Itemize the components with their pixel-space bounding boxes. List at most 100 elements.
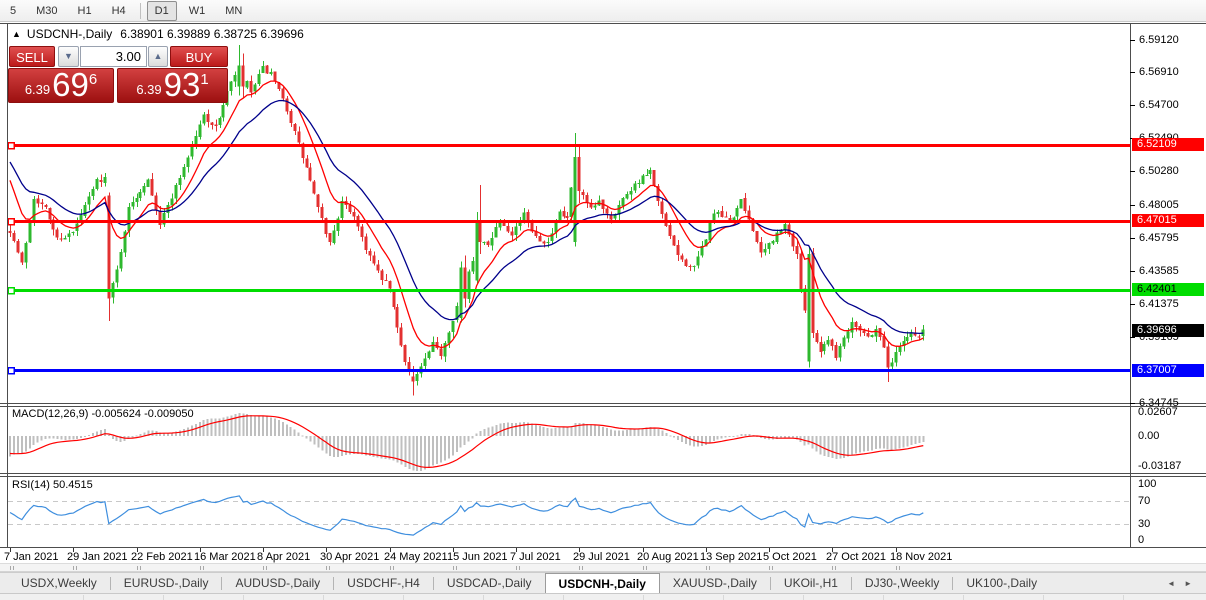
chart-title: ▲ USDCNH-,Daily 6.38901 6.39889 6.38725 …: [12, 27, 304, 41]
price-line-label: 6.37007: [1132, 364, 1204, 377]
sell-price-box[interactable]: 6.39 69 6: [8, 68, 114, 103]
scroll-strip-mark: [137, 566, 138, 570]
scroll-strip-mark: [10, 566, 11, 570]
chart-tab-eurusd-daily[interactable]: EURUSD-,Daily: [111, 573, 222, 593]
volume-input[interactable]: [80, 46, 147, 67]
scroll-strip-mark: [140, 566, 141, 570]
price-tick-mark: [1130, 40, 1135, 41]
price-tick-mark: [1130, 304, 1135, 305]
price-line-label: 6.42401: [1132, 283, 1204, 296]
date-tick-label: 29 Jul 2021: [573, 551, 630, 563]
price-tick-mark: [1130, 238, 1135, 239]
date-tick-label: 13 Sep 2021: [700, 551, 763, 563]
volume-increase-button[interactable]: ▲: [148, 46, 168, 67]
date-tick-label: 5 Oct 2021: [763, 551, 817, 563]
date-tick-label: 18 Nov 2021: [890, 551, 953, 563]
scroll-strip-mark: [709, 566, 710, 570]
date-tick-label: 24 May 2021: [384, 551, 448, 563]
date-tick-label: 29 Jan 2021: [67, 551, 128, 563]
chart-tab-audusd-daily[interactable]: AUDUSD-,Daily: [222, 573, 333, 593]
timeframe-button-h1[interactable]: H1: [70, 1, 100, 21]
scroll-strip-mark: [579, 566, 580, 570]
buy-button[interactable]: BUY: [170, 46, 228, 67]
status-strip-separator: [323, 595, 324, 600]
chart-tab-usdcnh-daily[interactable]: USDCNH-,Daily: [544, 573, 660, 593]
scroll-strip-mark: [13, 566, 14, 570]
chart-tab-usdchf-h4[interactable]: USDCHF-,H4: [334, 573, 433, 593]
buy-price-box[interactable]: 6.39 93 1: [117, 68, 228, 103]
price-tick-mark: [1130, 403, 1135, 404]
scroll-strip-mark: [76, 566, 77, 570]
timeframe-toolbar: 5 M30 H1 H4 D1 W1 MN: [0, 0, 1206, 22]
status-strip-separator: [563, 595, 564, 600]
scroll-strip-mark: [73, 566, 74, 570]
scroll-strip-mark: [519, 566, 520, 570]
scroll-strip-mark: [772, 566, 773, 570]
chart-tab-usdx-weekly[interactable]: USDX,Weekly: [8, 573, 110, 593]
price-tick-label: 6.45795: [1139, 232, 1179, 244]
price-tick-label: 6.59120: [1139, 34, 1179, 46]
volume-decrease-button[interactable]: ▼: [58, 46, 79, 67]
status-strip-separator: [803, 595, 804, 600]
date-tick-label: 7 Jul 2021: [510, 551, 561, 563]
rsi-axis-label: 30: [1138, 518, 1151, 530]
status-strip-separator: [1043, 595, 1044, 600]
scroll-strip-mark: [832, 566, 833, 570]
scroll-strip-mark: [835, 566, 836, 570]
price-tick-label: 6.50280: [1139, 165, 1179, 177]
status-strip-separator: [243, 595, 244, 600]
date-tick-label: 30 Apr 2021: [320, 551, 380, 563]
date-tick-label: 20 Aug 2021: [637, 551, 699, 563]
scroll-strip-mark: [453, 566, 454, 570]
price-tick-mark: [1130, 171, 1135, 172]
tabs-scroll-left-icon[interactable]: ◄: [1167, 579, 1175, 588]
status-strip-separator: [963, 595, 964, 600]
chart-title-symbol: USDCNH-,Daily: [26, 27, 113, 41]
scroll-strip-mark: [769, 566, 770, 570]
price-tick-label: 6.43585: [1139, 265, 1179, 277]
sell-price-main: 6.39: [24, 82, 51, 97]
timeframe-button-5[interactable]: 5: [2, 1, 24, 21]
timeframe-button-w1[interactable]: W1: [181, 1, 214, 21]
timeframe-button-d1[interactable]: D1: [146, 0, 177, 21]
rsi-axis-label: 70: [1138, 495, 1151, 507]
scroll-strip-mark: [393, 566, 394, 570]
scroll-strip-mark: [266, 566, 267, 570]
macd-indicator-label: MACD(12,26,9) -0.005624 -0.009050: [12, 408, 194, 420]
price-tick-label: 6.41375: [1139, 298, 1179, 310]
one-click-panel-collapse-icon[interactable]: ▲: [12, 29, 21, 39]
date-tick-label: 27 Oct 2021: [826, 551, 886, 563]
mt4-terminal-window: 5 M30 H1 H4 D1 W1 MN ▲ USDCNH-,Daily 6.38901 6…: [0, 0, 1206, 600]
buy-price-main: 6.39: [136, 82, 162, 97]
scroll-strip-mark: [899, 566, 900, 570]
scroll-strip-mark: [329, 566, 330, 570]
macd-axis-label: 0.00: [1138, 430, 1160, 442]
timeframe-button-mn[interactable]: MN: [217, 1, 250, 21]
status-strip-separator: [483, 595, 484, 600]
buy-price-pips: 93: [163, 66, 201, 103]
chart-tab-usdcad-daily[interactable]: USDCAD-,Daily: [434, 573, 545, 593]
price-line-label: 6.39696: [1132, 324, 1204, 337]
sell-button[interactable]: SELL: [9, 46, 55, 67]
chart-tab-ukoil-h1[interactable]: UKOil-,H1: [771, 573, 851, 593]
macd-axis-label: -0.03187: [1138, 460, 1182, 472]
status-strip: [0, 593, 1206, 600]
price-tick-mark: [1130, 205, 1135, 206]
tabs-scroll-right-icon[interactable]: ►: [1184, 579, 1192, 588]
chart-tab-xauusd-daily[interactable]: XAUUSD-,Daily: [660, 573, 770, 593]
timeframe-button-h4[interactable]: H4: [104, 1, 134, 21]
rsi-axis-label: 100: [1138, 478, 1157, 490]
chart-tab-dj30-weekly[interactable]: DJ30-,Weekly: [852, 573, 952, 593]
date-tick-label: 16 Mar 2021: [194, 551, 256, 563]
chart-tab-bar: USDX,Weekly EURUSD-,Daily AUDUSD-,Daily USD…: [0, 572, 1206, 593]
price-tick-label: 6.56910: [1139, 66, 1179, 78]
horizontal-scroll-strip[interactable]: [0, 563, 1206, 572]
price-line-label: 6.52109: [1132, 138, 1204, 151]
price-tick-label: 6.54700: [1139, 99, 1179, 111]
status-strip-separator: [723, 595, 724, 600]
price-tick-mark: [1130, 72, 1135, 73]
scroll-strip-mark: [706, 566, 707, 570]
timeframe-button-m30[interactable]: M30: [28, 1, 65, 21]
price-tick-label: 6.48005: [1139, 199, 1179, 211]
chart-tab-uk100-daily[interactable]: UK100-,Daily: [953, 573, 1050, 593]
